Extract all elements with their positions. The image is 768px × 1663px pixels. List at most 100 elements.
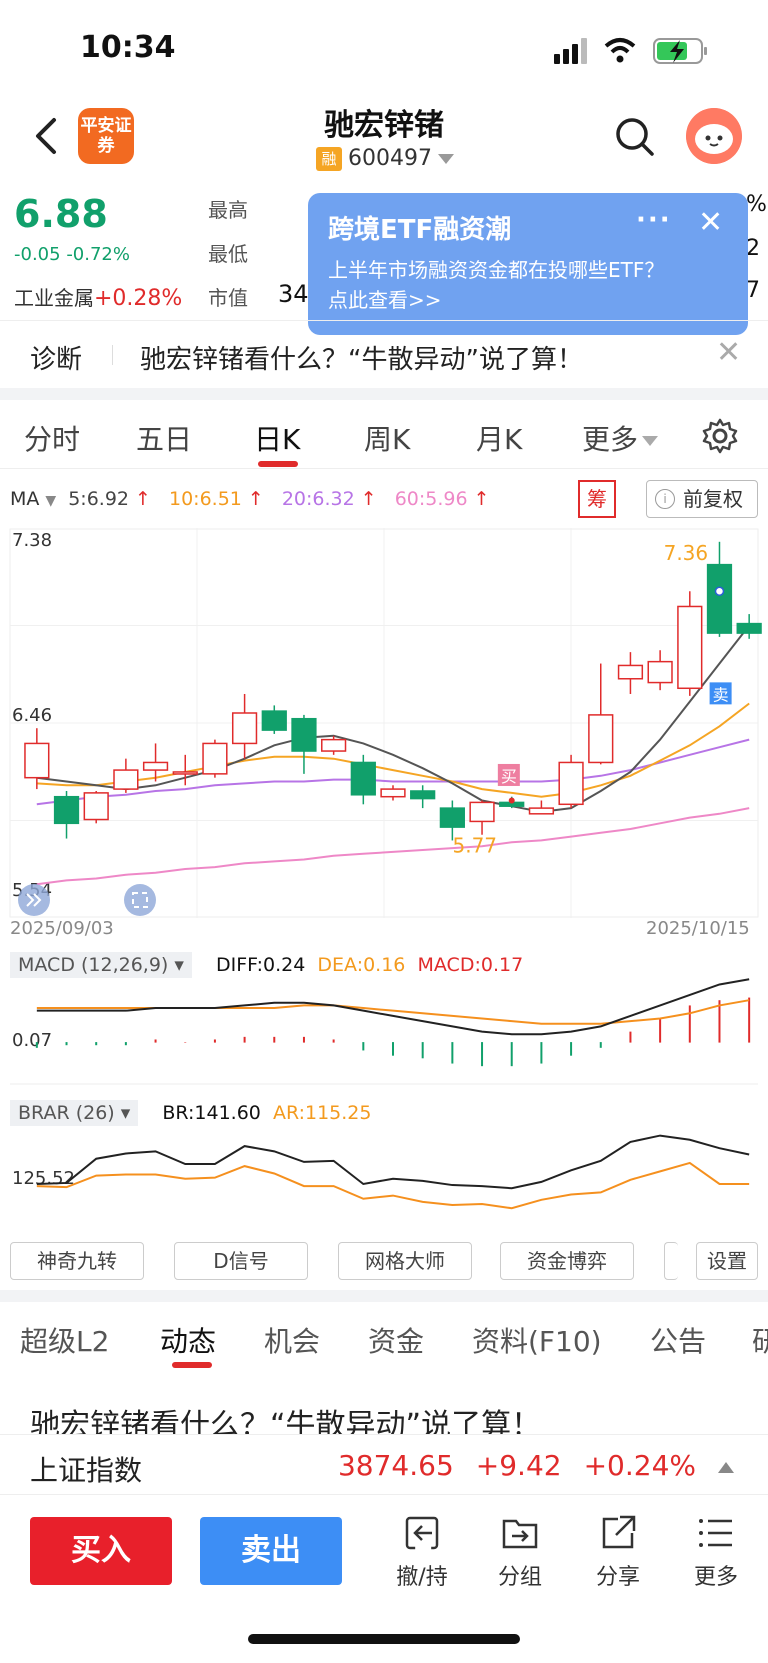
tab-opportunity[interactable]: 机会 [264,1320,320,1360]
macd-legend[interactable]: MACD (12,26,9) ▾ DIFF:0.24 DEA:0.16 MACD… [10,952,523,978]
diagnosis-bar[interactable]: 诊断 驰宏锌锗看什么？“牛散异动”说了算！ ✕ [0,320,768,386]
tab-announcement[interactable]: 公告 [650,1320,706,1360]
tool-d-signal[interactable]: D信号 [174,1242,308,1280]
stock-code-selector[interactable]: 融 600497 [316,146,454,171]
low-price-label: 5.77 [452,833,497,857]
tab-capital[interactable]: 资金 [368,1320,424,1360]
candle-body [321,738,347,752]
tab-research[interactable]: 研 [752,1320,768,1360]
chip-distribution-button[interactable]: 筹 [578,480,616,518]
index-values: 3874.65 +9.42 +0.24% [316,1449,734,1482]
diagnosis-label: 诊断 [30,345,83,375]
candle-body [469,801,495,823]
more-dots-icon[interactable]: ··· [636,205,672,235]
tab-f10[interactable]: 资料(F10) [472,1320,602,1360]
y-tick-label: 6.46 [12,705,52,726]
folder-icon [502,1519,538,1549]
high-price-label: 7.36 [664,541,709,565]
more-button[interactable]: 更多 [676,1513,756,1591]
y-tick-label: 7.38 [12,530,52,551]
candle-body [291,717,317,752]
tab-five-day[interactable]: 五日 [136,418,192,458]
tab-weekly-k[interactable]: 周K [364,418,410,458]
industry-sector[interactable]: 工业金属+0.28% [14,282,182,311]
tab-monthly-k[interactable]: 月K [476,418,522,458]
candle-body [588,714,614,764]
avatar[interactable] [686,108,742,164]
diagnosis-headline[interactable]: 驰宏锌锗看什么？“牛散异动”说了算！ [140,339,583,376]
candle-body [202,742,228,775]
candle-body [53,795,80,825]
status-icons [554,38,707,64]
margin-badge: 融 [316,146,342,171]
ma60-line [36,807,750,886]
forward-adjust-button[interactable]: i 前复权 [646,480,758,518]
brar-legend[interactable]: BRAR (26) ▾ BR:141.60 AR:115.25 [10,1100,371,1126]
buy-button[interactable]: 买入 [30,1517,172,1585]
label-low: 最低 [208,242,248,266]
candle-body [83,792,109,821]
close-icon[interactable]: ✕ [716,335,741,370]
tool-nine-turn[interactable]: 神奇九转 [10,1242,144,1280]
home-indicator [248,1634,520,1644]
close-icon[interactable]: ✕ [698,205,723,240]
popup-body[interactable]: 上半年市场融资资金都在投哪些ETF？点此查看>> [328,255,678,315]
quote-clipped-value: 2 [746,236,760,261]
menu-icon [699,1519,732,1547]
index-name: 上证指数 [30,1454,143,1487]
tool-grid-master[interactable]: 网格大师 [338,1242,472,1280]
candle-body [410,790,436,800]
end-date-label: 2025/10/15 [646,918,750,939]
diff-line [36,978,750,1036]
candle-body [617,664,644,680]
section-divider [0,1290,768,1302]
tool-clipped[interactable] [664,1242,678,1280]
tab-intraday[interactable]: 分时 [24,418,80,458]
info-icon: i [655,489,675,509]
tool-settings[interactable]: 设置 [696,1242,758,1280]
index-ticker-bar[interactable]: 上证指数 3874.65 +9.42 +0.24% [0,1434,768,1494]
tab-more[interactable]: 更多 [582,418,659,458]
macd-tick-label: 0.07 [12,1030,52,1051]
popup-title: 跨境ETF融资潮 [328,215,512,245]
tab-news[interactable]: 动态 [160,1320,216,1360]
buy-signal-text: 买 [501,767,517,786]
revoke-position-button[interactable]: 撤/持 [382,1513,462,1591]
ar-line [36,1161,750,1210]
active-tab-indicator [258,461,298,467]
candle-body [231,712,258,745]
sell-button[interactable]: 卖出 [200,1517,342,1585]
stock-code: 600497 [348,146,432,171]
ma10-line [36,702,750,798]
market-value: 34 [278,280,309,308]
sell-signal-text: 卖 [713,685,729,704]
gear-icon[interactable] [700,416,740,456]
group-button[interactable]: 分组 [480,1513,560,1591]
ma-legend[interactable]: MA ▼ 5:6.92 ↑ 10:6.51 ↑ 20:6.32 ↑ 60:5.96 ↑ [10,488,502,510]
start-date-label: 2025/09/03 [10,918,114,939]
search-icon[interactable] [612,114,656,158]
tab-daily-k[interactable]: 日K [254,418,300,458]
candle-body [142,761,169,771]
chart-period-tabs: 分时 五日 日K 周K 月K 更多 [0,400,768,468]
candle-body [706,563,733,634]
share-icon [602,1515,636,1549]
section-divider [0,388,768,400]
battery-icon [653,38,707,64]
divider [0,468,768,469]
share-button[interactable]: 分享 [578,1513,658,1591]
dot-marker [714,586,725,597]
tool-capital-game[interactable]: 资金博弈 [500,1242,634,1280]
candle-body [677,605,703,690]
divider [112,345,113,365]
candle-body [172,771,198,775]
signal-icon [554,38,587,64]
current-price: 6.88 [14,192,108,236]
ma5-line [36,624,750,813]
etf-promo-popup[interactable]: 跨境ETF融资潮 ··· ✕ 上半年市场融资资金都在投哪些ETF？点此查看>> [308,193,748,335]
candle-body [261,710,287,731]
candle-body [647,660,673,684]
candle-body [24,742,50,779]
price-change: -0.05 -0.72% [14,244,130,265]
tab-super-l2[interactable]: 超级L2 [20,1320,109,1360]
